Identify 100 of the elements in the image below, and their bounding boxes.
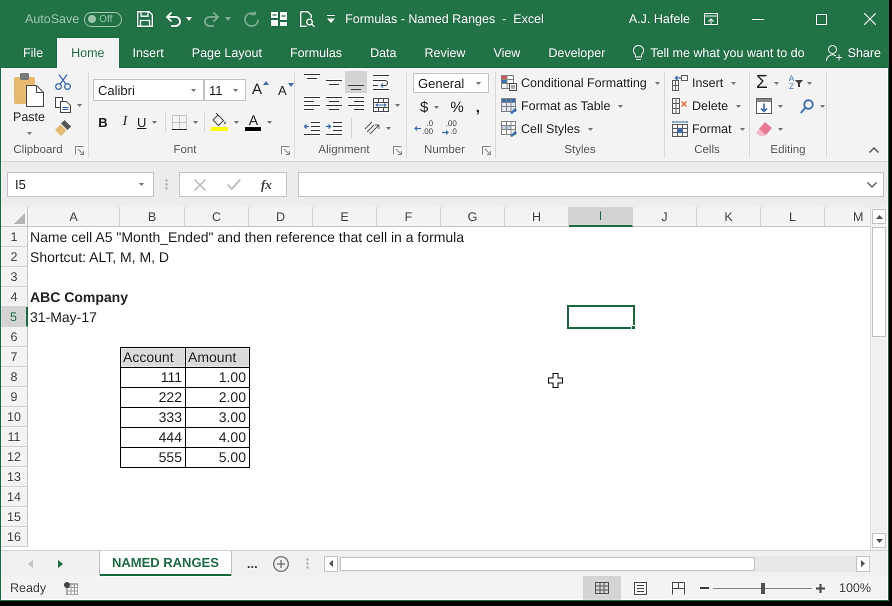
ribbon-tab[interactable]: Formulas (276, 38, 356, 68)
close-icon[interactable] (864, 13, 876, 25)
ribbon-tab[interactable]: Developer (534, 38, 620, 68)
more-sheets-button[interactable]: ... (244, 556, 260, 571)
row-header[interactable]: 2 (1, 247, 28, 267)
row-header[interactable]: 16 (1, 527, 28, 547)
italic-button[interactable]: I (115, 111, 135, 133)
normal-view-button[interactable] (583, 576, 622, 600)
insert-function-button[interactable]: fx (260, 176, 272, 192)
formula-input[interactable] (298, 172, 884, 197)
scroll-up-button[interactable] (872, 209, 886, 224)
column-header[interactable]: I (569, 207, 633, 227)
next-sheet-icon[interactable] (58, 560, 63, 568)
fill-bucket-icon[interactable] (211, 113, 228, 131)
paste-button[interactable]: Paste (11, 73, 47, 139)
check-icon[interactable] (226, 179, 241, 190)
increase-decimal-button[interactable]: .0 .00 (414, 118, 434, 138)
dialog-launcher-icon[interactable] (393, 146, 402, 154)
column-header[interactable]: F (377, 207, 441, 227)
minimize-icon[interactable] (752, 18, 764, 20)
ribbon-tab[interactable]: Home (57, 38, 118, 68)
ribbon-tab[interactable]: Page Layout (178, 38, 276, 68)
active-cell-outline[interactable] (567, 305, 636, 330)
row-header[interactable]: 9 (1, 387, 28, 407)
percent-button[interactable]: % (450, 96, 464, 118)
align-bottom-button[interactable] (345, 71, 367, 93)
cell-styles-button[interactable]: Cell Styles (501, 118, 664, 140)
autosum-button[interactable]: Σ (756, 72, 779, 94)
caret-icon[interactable] (77, 104, 82, 106)
underline-button[interactable]: U (137, 111, 158, 133)
column-header[interactable]: B (120, 207, 185, 227)
dialog-launcher-icon[interactable] (75, 146, 84, 154)
tell-me-field[interactable]: Tell me what you want to do (650, 46, 810, 60)
collapse-ribbon-icon[interactable] (869, 147, 879, 153)
format-as-table-button[interactable]: Format as Table (501, 95, 664, 117)
ribbon-tab[interactable]: View (479, 38, 534, 68)
decrease-indent-icon[interactable] (304, 122, 320, 134)
customize-menu-icon[interactable] (327, 15, 336, 23)
column-header[interactable]: C (185, 207, 249, 227)
layout-icon[interactable] (271, 11, 288, 27)
row-header[interactable]: 1 (1, 227, 28, 247)
row-header[interactable]: 12 (1, 447, 28, 467)
delete-cells-button[interactable]: Delete (672, 95, 749, 117)
macro-record-icon[interactable] (64, 582, 78, 594)
text-orientation-icon[interactable] (364, 120, 380, 136)
column-header[interactable]: K (697, 207, 761, 227)
search-icon[interactable] (800, 98, 814, 114)
row-header[interactable]: 4 (1, 287, 28, 307)
new-sheet-icon[interactable] (272, 556, 289, 572)
save-icon[interactable] (137, 11, 154, 27)
borders-icon[interactable] (172, 114, 188, 130)
expand-icon[interactable] (867, 182, 877, 188)
fill-down-icon[interactable] (756, 98, 772, 114)
share-button[interactable]: Share (824, 38, 883, 68)
caret-icon[interactable] (193, 120, 198, 124)
row-header[interactable]: 15 (1, 507, 28, 527)
row-header[interactable]: 3 (1, 267, 28, 287)
sheet-tab[interactable]: NAMED RANGES (100, 551, 231, 576)
caret-icon[interactable] (820, 104, 825, 108)
format-cells-button[interactable]: Format (672, 118, 749, 140)
ribbon-tab[interactable]: File (9, 38, 58, 68)
merge-cells-icon[interactable] (373, 98, 389, 112)
ribbon-display-icon[interactable] (704, 13, 718, 25)
sort-filter-button[interactable]: A Z (788, 72, 812, 94)
horizontal-scrollbar[interactable] (324, 556, 870, 572)
row-header[interactable]: 5 (1, 307, 28, 327)
maximize-icon[interactable] (816, 14, 826, 24)
zoom-level-text[interactable]: 100% (839, 581, 871, 595)
caret-icon[interactable] (778, 104, 783, 108)
row-header[interactable]: 11 (1, 427, 28, 447)
font-name-dropdown[interactable]: Calibri (93, 79, 204, 101)
dialog-launcher-icon[interactable] (482, 146, 491, 154)
scroll-left-button[interactable] (324, 556, 338, 572)
scroll-thumb[interactable] (872, 227, 886, 337)
caret-icon[interactable] (395, 104, 400, 106)
column-header[interactable]: J (633, 207, 697, 227)
ribbon-tab[interactable]: Review (410, 38, 480, 68)
row-header[interactable]: 13 (1, 467, 28, 487)
print-preview-icon[interactable] (299, 11, 316, 27)
scissors-icon[interactable] (55, 74, 71, 90)
column-header[interactable]: E (313, 207, 377, 227)
row-header[interactable]: 8 (1, 367, 28, 387)
grip-icon[interactable] (165, 179, 168, 190)
currency-button[interactable]: $ (420, 96, 440, 118)
increase-indent-icon[interactable] (326, 122, 342, 134)
decrease-decimal-button[interactable]: .00 .0 (442, 118, 457, 138)
font-size-dropdown[interactable]: 11 (204, 79, 246, 101)
shrink-font-button[interactable]: A (278, 79, 294, 101)
row-header[interactable]: 7 (1, 347, 28, 367)
insert-cells-button[interactable]: Insert (672, 72, 749, 94)
column-header[interactable]: M (825, 207, 870, 227)
grow-font-button[interactable]: A (252, 79, 270, 101)
conditional-formatting-button[interactable]: Conditional Formatting (501, 72, 664, 94)
paintbrush-icon[interactable] (55, 120, 71, 136)
caret-icon[interactable] (386, 126, 391, 130)
column-header[interactable]: H (505, 207, 569, 227)
name-box[interactable]: I5 (7, 172, 154, 197)
copy-icon[interactable] (55, 97, 71, 113)
column-header[interactable]: A (28, 207, 120, 227)
font-color-button[interactable]: A (245, 111, 272, 133)
